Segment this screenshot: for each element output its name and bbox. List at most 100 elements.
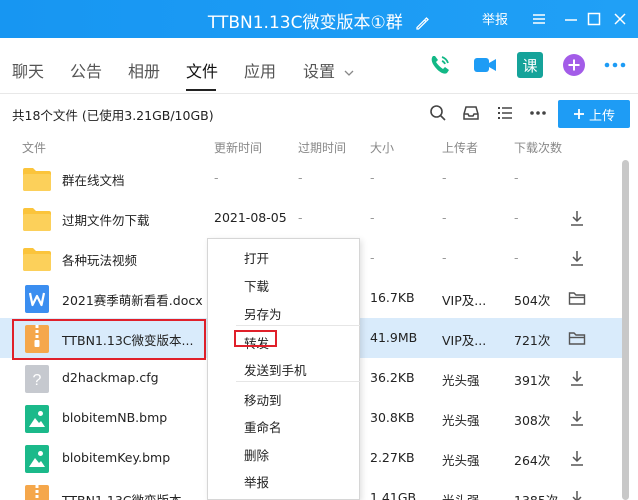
- minimize-icon[interactable]: [562, 9, 580, 29]
- menu-separator: [236, 381, 360, 382]
- file-downloads: 308次: [514, 413, 551, 428]
- menu-report[interactable]: 举报: [244, 472, 269, 491]
- search-icon[interactable]: [428, 103, 448, 123]
- file-downloads: 264次: [514, 453, 551, 468]
- folder-icon: [22, 205, 52, 233]
- file-downloads: 504次: [514, 293, 551, 308]
- file-name[interactable]: 2021赛季萌新看看.docx: [62, 290, 203, 309]
- col-size[interactable]: 大小: [370, 139, 394, 156]
- add-app-icon[interactable]: [561, 52, 587, 78]
- course-icon[interactable]: 课: [517, 52, 543, 78]
- file-table-header: 文件 更新时间 过期时间 大小 上传者 下载次数: [0, 134, 622, 158]
- file-uploader: VIP及...: [442, 333, 487, 348]
- file-uploader: 光头强: [442, 490, 480, 500]
- download-icon[interactable]: [568, 489, 586, 500]
- tab-announcements[interactable]: 公告: [70, 58, 102, 82]
- menu-download[interactable]: 下载: [244, 276, 269, 295]
- window-title: TTBN1.13C微变版本①群: [207, 13, 403, 33]
- file-name[interactable]: 群在线文档: [62, 170, 125, 189]
- file-name[interactable]: 过期文件勿下载: [62, 210, 150, 229]
- file-size: -: [370, 210, 375, 225]
- tab-settings[interactable]: 设置: [303, 58, 355, 82]
- folder-icon: [22, 165, 52, 193]
- folder-icon: [22, 245, 52, 273]
- download-icon[interactable]: [568, 369, 586, 387]
- file-size: 1.41GB: [370, 490, 417, 500]
- file-uploader: -: [442, 170, 447, 185]
- col-expires[interactable]: 过期时间: [298, 139, 346, 156]
- selected-file-highlight: [12, 319, 206, 360]
- chevron-down-icon: [344, 70, 354, 76]
- svg-text:?: ?: [33, 372, 42, 389]
- col-name[interactable]: 文件: [22, 139, 46, 156]
- file-expires: -: [298, 210, 303, 225]
- report-button[interactable]: 举报: [482, 9, 508, 29]
- download-icon[interactable]: [568, 409, 586, 427]
- file-toolbar: 共18个文件 (已使用3.21GB/10GB) 上传: [0, 94, 638, 132]
- file-size: 2.27KB: [370, 450, 415, 465]
- file-size: 30.8KB: [370, 410, 415, 425]
- file-uploader: 光头强: [442, 373, 480, 388]
- file-name[interactable]: blobitemKey.bmp: [62, 450, 170, 465]
- inbox-icon[interactable]: [461, 103, 481, 123]
- tab-album[interactable]: 相册: [128, 58, 160, 82]
- more-options-icon[interactable]: [528, 103, 548, 123]
- scrollbar-thumb[interactable]: [622, 160, 629, 500]
- table-row[interactable]: 过期文件勿下载 2021-08-05- - - -: [0, 198, 622, 238]
- more-icon[interactable]: [602, 52, 628, 78]
- file-uploader: 光头强: [442, 413, 480, 428]
- col-downloads[interactable]: 下载次数: [514, 139, 562, 156]
- file-downloads: 391次: [514, 373, 551, 388]
- file-name[interactable]: blobitemNB.bmp: [62, 410, 167, 425]
- file-downloads: -: [514, 210, 519, 225]
- voice-call-icon[interactable]: [427, 52, 453, 78]
- menu-send-to-phone[interactable]: 发送到手机: [244, 360, 307, 379]
- file-downloads: 1385次: [514, 490, 558, 500]
- file-name[interactable]: d2hackmap.cfg: [62, 370, 159, 385]
- file-updated: -: [214, 170, 219, 185]
- tab-apps[interactable]: 应用: [244, 58, 276, 82]
- file-uploader: 光头强: [442, 453, 480, 468]
- tab-files[interactable]: 文件: [186, 58, 218, 82]
- menu-save-as[interactable]: 另存为: [244, 304, 282, 323]
- file-updated: 2021-08-05: [214, 210, 287, 225]
- menu-delete[interactable]: 删除: [244, 445, 269, 464]
- unknown-file-icon: ?: [22, 365, 52, 393]
- forward-highlight: [234, 330, 277, 347]
- file-size: -: [370, 250, 375, 265]
- word-icon: [22, 285, 52, 313]
- download-icon[interactable]: [568, 449, 586, 467]
- menu-open[interactable]: 打开: [244, 248, 269, 267]
- group-nav: 聊天 公告 相册 文件 应用 设置 课: [0, 38, 638, 94]
- open-folder-icon[interactable]: [568, 289, 586, 307]
- tab-chat[interactable]: 聊天: [12, 58, 44, 82]
- file-downloads: -: [514, 170, 519, 185]
- file-uploader: VIP及...: [442, 293, 487, 308]
- file-name[interactable]: 各种玩法视频: [62, 250, 137, 269]
- list-view-icon[interactable]: [495, 103, 515, 123]
- scrollbar[interactable]: [622, 158, 630, 500]
- file-uploader: -: [442, 250, 447, 265]
- edit-icon[interactable]: [414, 15, 430, 31]
- active-tab-underline: [186, 89, 216, 91]
- storage-summary: 共18个文件 (已使用3.21GB/10GB): [12, 108, 214, 123]
- file-size: 16.7KB: [370, 290, 415, 305]
- open-folder-icon[interactable]: [568, 329, 586, 347]
- video-call-icon[interactable]: [472, 52, 498, 78]
- maximize-icon[interactable]: [585, 9, 603, 29]
- file-downloads: -: [514, 250, 519, 265]
- col-uploader[interactable]: 上传者: [442, 139, 478, 156]
- context-menu: 打开 下载 另存为 转发 发送到手机 移动到 重命名 删除 举报: [207, 238, 360, 500]
- file-size: -: [370, 170, 375, 185]
- table-row[interactable]: 群在线文档 - - - - -: [0, 158, 622, 198]
- menu-rename[interactable]: 重命名: [244, 417, 282, 436]
- menu-icon[interactable]: [530, 9, 548, 29]
- upload-button[interactable]: 上传: [558, 100, 630, 128]
- download-icon[interactable]: [568, 209, 586, 227]
- file-expires: -: [298, 170, 303, 185]
- col-updated[interactable]: 更新时间: [214, 139, 262, 156]
- close-icon[interactable]: [611, 9, 629, 29]
- file-name[interactable]: TTBN1.13C微变版本...: [62, 490, 193, 500]
- download-icon[interactable]: [568, 249, 586, 267]
- menu-move-to[interactable]: 移动到: [244, 390, 282, 409]
